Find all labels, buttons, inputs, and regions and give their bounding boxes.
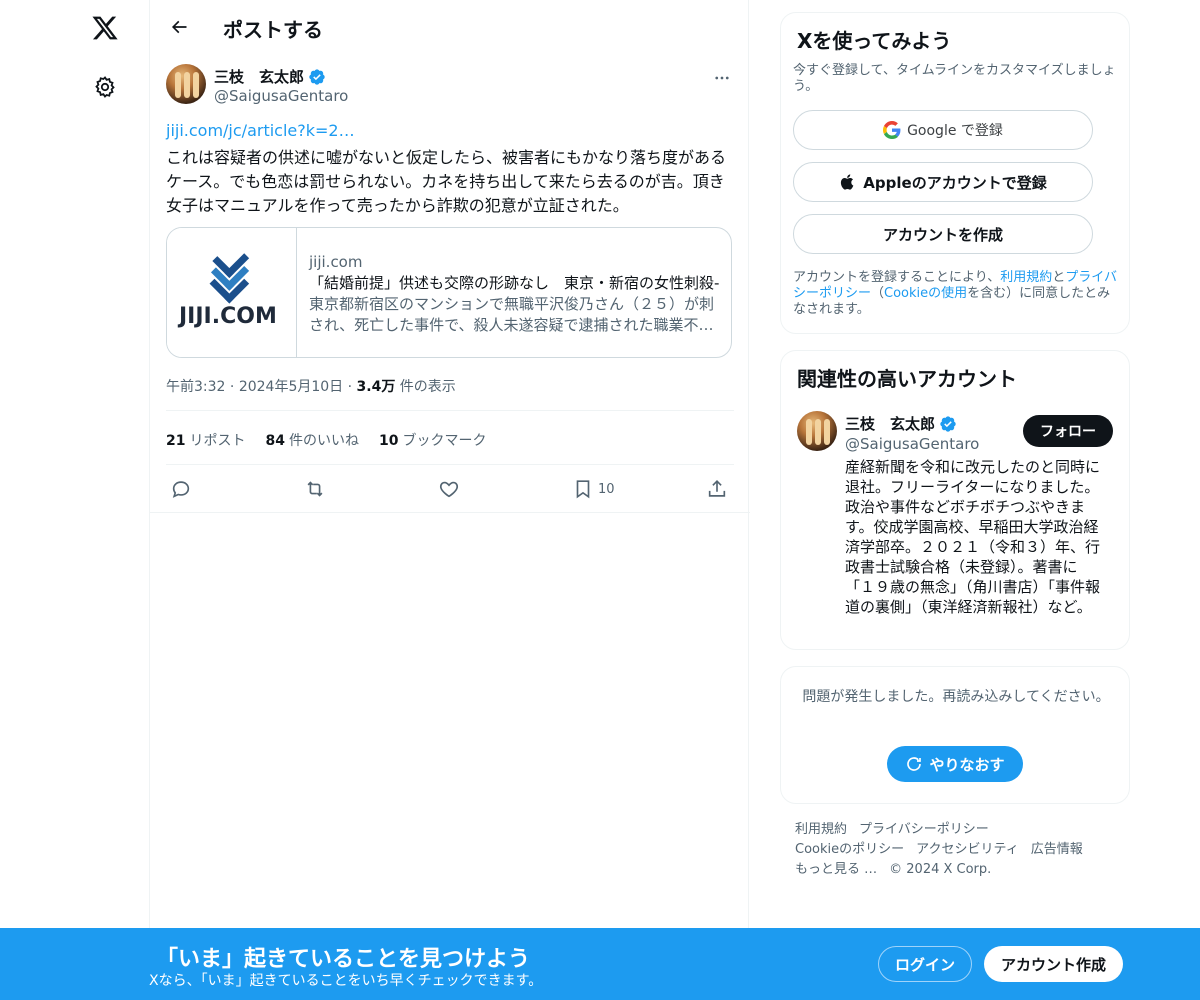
card-domain: jiji.com [309, 253, 363, 271]
follow-button[interactable]: フォロー [1023, 415, 1113, 447]
signup-title: Xを使ってみよう [797, 29, 952, 53]
banner-subtitle: Xなら、「いま」起きていることをいち早くチェックできます。 [149, 973, 543, 989]
related-title: 関連性の高いアカウント [797, 367, 1017, 391]
bookmark-count: 10 [598, 481, 615, 497]
repost-icon [307, 481, 323, 497]
reply-icon [172, 481, 190, 498]
arrow-left-icon [171, 20, 187, 34]
ellipsis-icon [715, 76, 729, 80]
footer-links: 利用規約 プライバシーポリシー Cookieのポリシー アクセシビリティ 広告情報 も… [795, 820, 1125, 880]
create-account-button[interactable]: アカウントを作成 [793, 214, 1093, 254]
author-handle[interactable]: @SaigusaGentaro [214, 87, 348, 105]
post-time[interactable]: 午前3:32 [166, 379, 225, 395]
main-column: ポストする 三枝 玄太郎 @SaigusaGentaro jiji.com/jc… [149, 0, 750, 1000]
signup-subtitle: 今すぐ登録して、タイムラインをカスタマイズしましょう。 [793, 63, 1116, 94]
footer-link[interactable]: アクセシビリティ [916, 842, 1019, 857]
bookmarks-stat[interactable]: 10 ブックマーク [379, 430, 486, 450]
post-stats: 21 リポスト 84 件のいいね 10 ブックマーク [166, 430, 486, 450]
jiji-logo-icon [209, 253, 250, 304]
post-meta: 午前3:32 · 2024年5月10日 · 3.4万 件の表示 [166, 379, 456, 395]
author-name[interactable]: 三枝 玄太郎 [214, 66, 326, 87]
retry-button[interactable]: やりなおす [887, 746, 1023, 782]
error-box: 問題が発生しました。再読み込みしてください。 やりなおす [780, 666, 1130, 804]
card-thumbnail: JIJI.COM [167, 228, 297, 357]
footer-link[interactable]: プライバシーポリシー [859, 822, 989, 837]
footer-link[interactable]: 広告情報 [1031, 842, 1083, 857]
heart-icon [439, 481, 459, 498]
divider [166, 410, 734, 411]
verified-badge-icon [940, 415, 956, 432]
cookie-link[interactable]: Cookieの使用 [884, 286, 967, 301]
post-author: 三枝 玄太郎 @SaigusaGentaro [166, 64, 734, 108]
related-accounts-box: 関連性の高いアカウント 三枝 玄太郎 @SaigusaGentaro フォロー … [780, 350, 1130, 650]
signup-button[interactable]: アカウント作成 [984, 946, 1123, 982]
likes-stat[interactable]: 84 件のいいね [265, 430, 358, 450]
post-url-link[interactable]: jiji.com/jc/article?k=2… [166, 121, 355, 140]
copyright: © 2024 X Corp. [889, 862, 992, 877]
link-preview-card[interactable]: JIJI.COM jiji.com 「結婚前提」供述も交際の形跡なし 東京・新宿… [166, 227, 732, 358]
card-logo-text: JIJI.COM [179, 304, 277, 329]
apple-logo-icon [841, 174, 854, 190]
bookmark-icon [576, 480, 590, 499]
repost-button[interactable] [304, 476, 326, 502]
more-options-button[interactable] [710, 66, 734, 90]
signup-banner: 「いま」起きていることを見つけよう Xなら、「いま」起きていることをいち早くチェ… [0, 928, 1200, 1000]
terms-link[interactable]: 利用規約 [1000, 270, 1052, 285]
divider [166, 464, 734, 465]
google-signup-button[interactable]: Google で登録 [793, 110, 1093, 150]
banner-title: 「いま」起きていることを見つけよう [156, 947, 531, 972]
x-logo-icon[interactable] [85, 8, 125, 48]
error-message: 問題が発生しました。再読み込みしてください。 [802, 689, 1110, 705]
views-count: 3.4万 [356, 379, 396, 395]
refresh-icon [907, 757, 922, 771]
header: ポストする [150, 0, 750, 54]
post-text: これは容疑者の供述に嘘がないと仮定したら、被害者にもかなり落ち度があるケース。で… [166, 148, 727, 215]
login-button[interactable]: ログイン [878, 946, 972, 982]
signup-legal-text: アカウントを登録することにより、利用規約とプライバシーポリシー（Cookieの使… [793, 270, 1118, 317]
reply-button[interactable] [170, 476, 192, 502]
related-account-name[interactable]: 三枝 玄太郎 [845, 413, 957, 434]
left-navigation [0, 0, 150, 1000]
avatar[interactable] [797, 411, 837, 451]
card-description: 東京都新宿区のマンションで無職平沢俊乃さん（２５）が刺され、死亡した事件で、殺人… [309, 295, 715, 334]
post-actions: 10 [166, 474, 734, 504]
related-account-bio: 産経新聞を令和に改元したのと同時に退社。フリーライターになりました。政治や事件な… [845, 458, 1101, 616]
card-body: jiji.com 「結婚前提」供述も交際の形跡なし 東京・新宿の女性刺殺- 東京… [309, 252, 723, 336]
avatar[interactable] [166, 64, 206, 104]
views-label: 件の表示 [399, 379, 456, 395]
google-logo-icon [883, 121, 901, 139]
post-date[interactable]: 2024年5月10日 [239, 379, 343, 395]
reposts-stat[interactable]: 21 リポスト [166, 430, 245, 450]
gear-icon[interactable] [85, 67, 125, 107]
back-button[interactable] [162, 10, 196, 44]
like-button[interactable] [438, 476, 460, 502]
bookmark-button[interactable]: 10 [572, 476, 615, 502]
footer-link[interactable]: Cookieのポリシー [795, 842, 904, 857]
footer-link[interactable]: もっと見る … [795, 862, 877, 877]
related-account-handle[interactable]: @SaigusaGentaro [845, 435, 979, 453]
share-button[interactable] [706, 476, 728, 502]
footer-link[interactable]: 利用規約 [795, 822, 847, 837]
divider [150, 512, 750, 513]
card-title: 「結婚前提」供述も交際の形跡なし 東京・新宿の女性刺殺- [309, 274, 720, 292]
page-title: ポストする [223, 18, 323, 42]
signup-box: Xを使ってみよう 今すぐ登録して、タイムラインをカスタマイズしましょう。 Goo… [780, 12, 1130, 334]
share-icon [708, 480, 726, 497]
verified-badge-icon [309, 68, 325, 85]
apple-signup-button[interactable]: Appleのアカウントで登録 [793, 162, 1093, 202]
